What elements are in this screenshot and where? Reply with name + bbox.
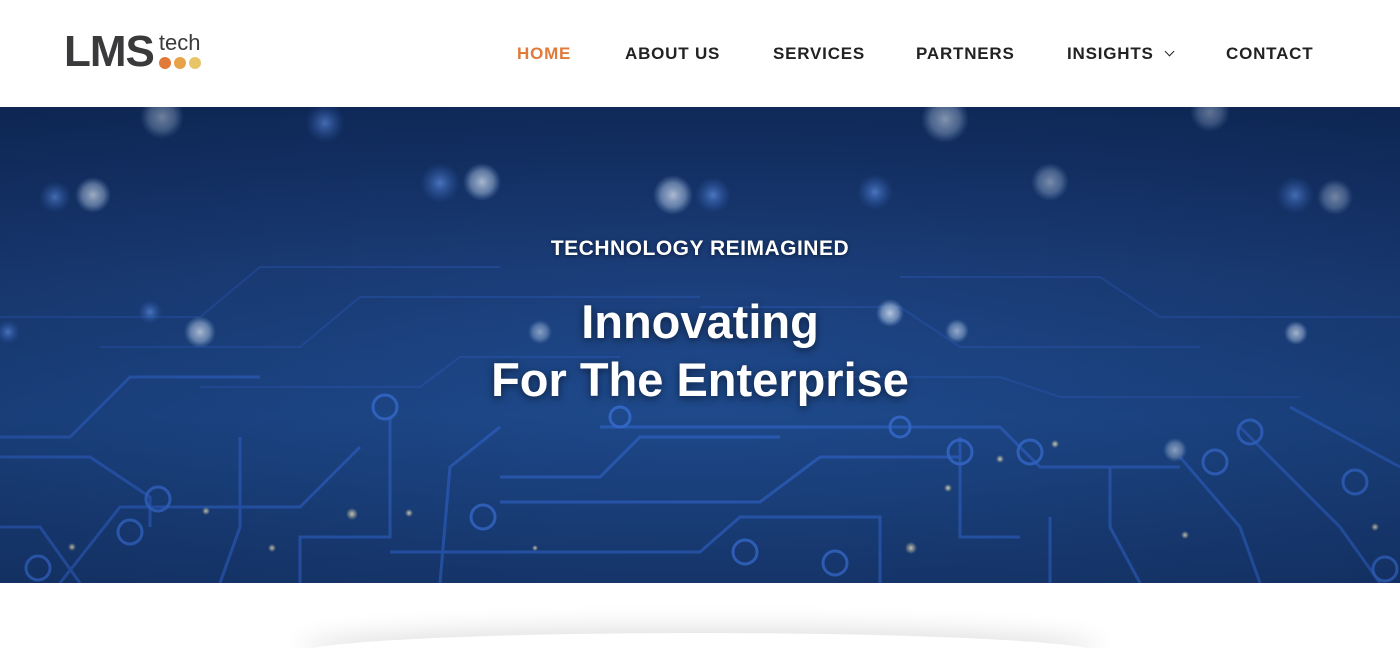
content-card-shadow [300,633,1100,648]
nav-partners[interactable]: PARTNERS [916,40,1015,68]
nav-insights-label: INSIGHTS [1067,44,1154,63]
hero-eyebrow: TECHNOLOGY REIMAGINED [550,237,850,260]
nav-contact[interactable]: CONTACT [1226,40,1313,68]
hero-banner: TECHNOLOGY REIMAGINED Innovating For The… [0,107,1400,583]
nav-insights[interactable]: INSIGHTS [1067,40,1175,68]
nav-services[interactable]: SERVICES [773,40,865,68]
hero-headline-line1: Innovating [581,295,819,348]
hero-headline: Innovating For The Enterprise [0,293,1400,409]
hero-headline-line2: For The Enterprise [491,353,909,406]
nav-about-us[interactable]: ABOUT US [625,40,720,68]
main-nav: HOME ABOUT US SERVICES PARTNERS INSIGHTS… [0,40,1400,68]
nav-home[interactable]: HOME [517,40,571,68]
site-header: LMS tech HOME ABOUT US SERVICES PARTNERS… [0,0,1400,107]
chevron-down-icon [1164,46,1175,57]
